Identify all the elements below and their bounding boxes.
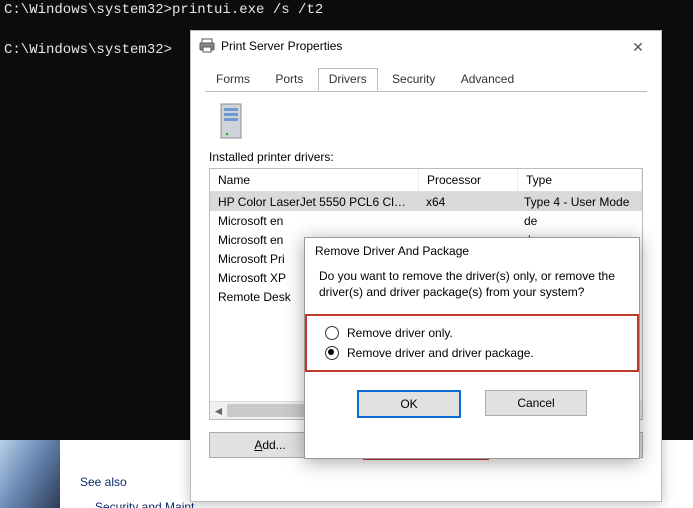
col-processor[interactable]: Processor xyxy=(419,169,518,191)
cell-type: de xyxy=(516,213,642,229)
installed-drivers-label: Installed printer drivers: xyxy=(209,150,643,164)
add-button-label: Add... xyxy=(254,438,285,452)
ok-button[interactable]: OK xyxy=(357,390,461,418)
tab-ports[interactable]: Ports xyxy=(264,68,314,91)
ok-button-label: OK xyxy=(400,397,417,411)
cell-proc xyxy=(418,220,516,222)
tab-security[interactable]: Security xyxy=(381,68,446,91)
radio-remove-driver-only[interactable]: Remove driver only. xyxy=(325,326,619,340)
table-row[interactable]: Microsoft en de xyxy=(210,211,642,230)
radio-label: Remove driver only. xyxy=(347,326,453,340)
close-button[interactable]: ✕ xyxy=(621,37,655,57)
radio-icon xyxy=(325,346,339,360)
cell-type: Type 4 - User Mode xyxy=(516,194,642,210)
security-maintenance-link[interactable]: Security and Maint xyxy=(95,500,194,508)
see-also-heading: See also xyxy=(80,475,127,489)
tab-drivers[interactable]: Drivers xyxy=(318,68,378,91)
tab-advanced[interactable]: Advanced xyxy=(450,68,525,91)
table-header: Name Processor Type xyxy=(210,169,642,192)
cancel-button[interactable]: Cancel xyxy=(485,390,587,416)
control-panel-accent xyxy=(0,440,60,508)
tab-strip: Forms Ports Drivers Security Advanced xyxy=(205,67,647,92)
radio-remove-driver-package[interactable]: Remove driver and driver package. xyxy=(325,346,619,360)
cancel-button-label: Cancel xyxy=(517,396,554,410)
table-row[interactable]: HP Color LaserJet 5550 PCL6 Clas... x64 … xyxy=(210,192,642,211)
col-name[interactable]: Name xyxy=(210,169,419,191)
radio-group: Remove driver only. Remove driver and dr… xyxy=(307,316,637,370)
col-type[interactable]: Type xyxy=(518,169,642,191)
remove-driver-dialog: Remove Driver And Package Do you want to… xyxy=(304,237,640,459)
tab-forms[interactable]: Forms xyxy=(205,68,261,91)
radio-icon xyxy=(325,326,339,340)
scroll-left-icon[interactable]: ◄ xyxy=(210,402,227,419)
window-title: Print Server Properties xyxy=(221,39,342,53)
cell-proc: x64 xyxy=(418,194,516,210)
server-icon xyxy=(215,102,247,142)
close-icon: ✕ xyxy=(632,40,644,54)
cell-name: HP Color LaserJet 5550 PCL6 Clas... xyxy=(210,194,418,210)
printer-icon xyxy=(199,38,215,54)
dialog-message: Do you want to remove the driver(s) only… xyxy=(305,268,639,316)
cell-name: Microsoft en xyxy=(210,213,418,229)
dialog-title: Remove Driver And Package xyxy=(305,238,639,268)
cmd-line-1: C:\Windows\system32>printui.exe /s /t2 xyxy=(0,0,693,20)
radio-label: Remove driver and driver package. xyxy=(347,346,534,360)
